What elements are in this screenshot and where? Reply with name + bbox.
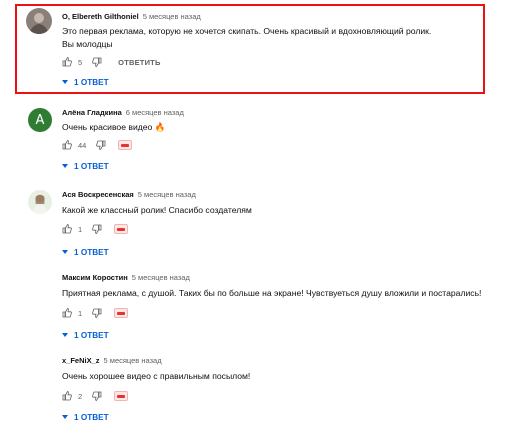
caret-down-icon bbox=[62, 333, 68, 337]
like-count: 1 bbox=[78, 308, 83, 318]
avatar[interactable] bbox=[26, 8, 52, 34]
author-name[interactable]: Ася Воскресенская bbox=[62, 190, 134, 199]
replies-label: 1 ОТВЕТ bbox=[74, 161, 109, 171]
author-name[interactable]: Алёна Гладкина bbox=[62, 108, 122, 117]
like-count: 2 bbox=[78, 391, 83, 401]
creator-heart-badge bbox=[114, 391, 129, 401]
replies-label: 1 ОТВЕТ bbox=[74, 412, 109, 422]
comment-actions: 1 bbox=[62, 307, 129, 319]
view-replies-button[interactable]: 1 ОТВЕТ bbox=[62, 76, 109, 88]
comment-text: Приятная реклама, с душой. Таких бы по б… bbox=[62, 287, 481, 300]
comment-header: Алёна Гладкина 6 месяцев назад bbox=[62, 108, 184, 117]
replies-label: 1 ОТВЕТ bbox=[74, 330, 109, 340]
creator-heart-badge bbox=[114, 224, 129, 234]
thumb-down-icon[interactable] bbox=[92, 391, 102, 401]
like-count: 1 bbox=[78, 224, 83, 234]
comment-actions: 2 bbox=[62, 390, 129, 402]
timestamp[interactable]: 5 месяцев назад bbox=[138, 190, 196, 199]
comment-text-line: Очень хорошее видео с правильным посылом… bbox=[62, 371, 251, 381]
author-name[interactable]: O, Elbereth Gilthoniel bbox=[62, 12, 139, 21]
comment-actions: 1 bbox=[62, 223, 129, 235]
timestamp[interactable]: 5 месяцев назад bbox=[104, 356, 162, 365]
comment-header: O, Elbereth Gilthoniel 5 месяцев назад bbox=[62, 12, 201, 21]
like-count: 5 bbox=[78, 57, 83, 67]
comment-text: Это первая реклама, которую не хочется с… bbox=[62, 25, 431, 51]
timestamp[interactable]: 5 месяцев назад bbox=[143, 12, 201, 21]
thumb-down-icon[interactable] bbox=[96, 140, 106, 150]
view-replies-button[interactable]: 1 ОТВЕТ bbox=[62, 160, 109, 172]
avatar[interactable] bbox=[28, 190, 52, 214]
caret-down-icon bbox=[62, 164, 68, 168]
thumb-up-icon[interactable] bbox=[62, 308, 72, 318]
comment-actions: 44 bbox=[62, 139, 133, 151]
comment-text-line: Это первая реклама, которую не хочется с… bbox=[62, 26, 432, 36]
thumb-down-icon[interactable] bbox=[92, 57, 102, 67]
caret-down-icon bbox=[62, 250, 68, 254]
thumb-up-icon[interactable] bbox=[62, 57, 72, 67]
comment-text: Очень красивое видео 🔥 bbox=[62, 121, 165, 134]
view-replies-button[interactable]: 1 ОТВЕТ bbox=[62, 329, 109, 341]
replies-label: 1 ОТВЕТ bbox=[74, 247, 109, 257]
reply-button[interactable]: ОТВЕТИТЬ bbox=[118, 58, 160, 67]
author-name[interactable]: x_FeNiX_z bbox=[62, 356, 100, 365]
thumb-down-icon[interactable] bbox=[92, 224, 102, 234]
comment-text-line: Какой же классный ролик! Спасибо создате… bbox=[62, 205, 252, 215]
thumb-up-icon[interactable] bbox=[62, 140, 72, 150]
view-replies-button[interactable]: 1 ОТВЕТ bbox=[62, 246, 109, 258]
photo-avatar-icon bbox=[26, 8, 52, 34]
comment-header: x_FeNiX_z 5 месяцев назад bbox=[62, 356, 162, 365]
comment-text-line: Очень красивое видео 🔥 bbox=[62, 122, 166, 132]
like-count: 44 bbox=[78, 140, 87, 150]
avatar-letter: А bbox=[35, 112, 45, 128]
comment-text-line: Вы молодцы bbox=[62, 39, 113, 49]
comment-header: Ася Воскресенская 5 месяцев назад bbox=[62, 190, 196, 199]
avatar[interactable]: А bbox=[28, 108, 52, 132]
caret-down-icon bbox=[62, 415, 68, 419]
thumb-down-icon[interactable] bbox=[92, 308, 102, 318]
creator-heart-badge bbox=[114, 308, 129, 318]
timestamp[interactable]: 6 месяцев назад bbox=[126, 108, 184, 117]
creator-heart-badge bbox=[118, 140, 133, 150]
photo-avatar-icon bbox=[28, 190, 52, 214]
thumb-up-icon[interactable] bbox=[62, 391, 72, 401]
replies-label: 1 ОТВЕТ bbox=[74, 77, 109, 87]
comment-header: Максим Коростин 5 месяцев назад bbox=[62, 273, 190, 282]
comment-actions: 5 ОТВЕТИТЬ bbox=[62, 56, 161, 68]
comment-text: Очень хорошее видео с правильным посылом… bbox=[62, 370, 250, 383]
comment-text-line: Приятная реклама, с душой. Таких бы по б… bbox=[62, 288, 482, 298]
timestamp[interactable]: 5 месяцев назад bbox=[132, 273, 190, 282]
author-name[interactable]: Максим Коростин bbox=[62, 273, 128, 282]
comment-text: Какой же классный ролик! Спасибо создате… bbox=[62, 204, 252, 217]
thumb-up-icon[interactable] bbox=[62, 224, 72, 234]
caret-down-icon bbox=[62, 80, 68, 84]
view-replies-button[interactable]: 1 ОТВЕТ bbox=[62, 411, 109, 423]
